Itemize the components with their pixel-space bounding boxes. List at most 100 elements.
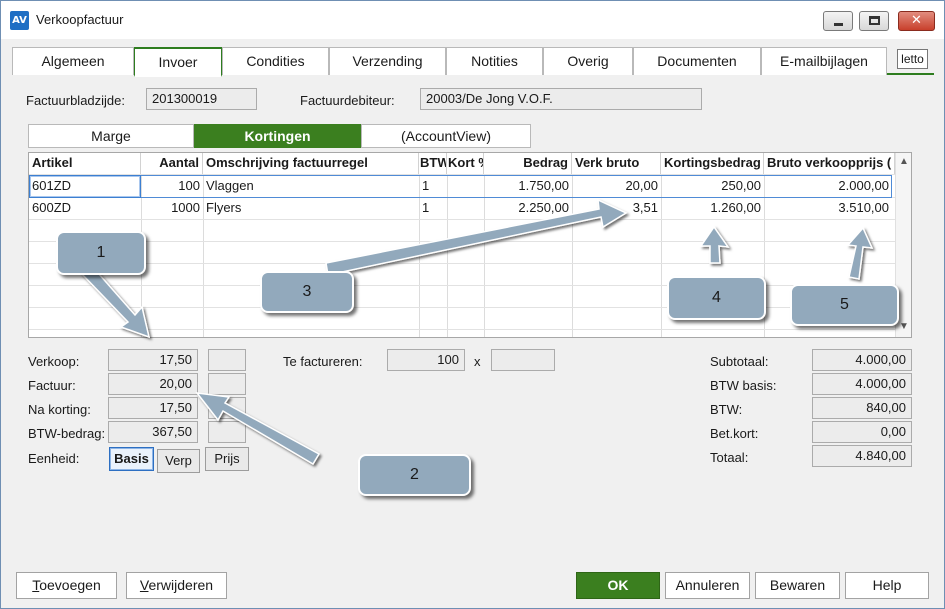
invoice-lines-grid[interactable]: Artikel Aantal Omschrijving factuurregel… bbox=[28, 152, 912, 338]
na-korting-field[interactable]: 17,50 bbox=[108, 397, 198, 419]
verwijderen-label: erwijderen bbox=[148, 577, 214, 593]
table-cell-omschrijving[interactable]: Vlaggen bbox=[203, 175, 419, 197]
col-header-kortingsbedrag[interactable]: Kortingsbedrag bbox=[661, 153, 764, 174]
tab-overig[interactable]: Overig bbox=[543, 47, 633, 75]
table-cell-verk-bruto[interactable]: 3,51 bbox=[572, 197, 661, 219]
maximize-button[interactable] bbox=[859, 11, 889, 31]
tab-invoer[interactable]: Invoer bbox=[134, 47, 222, 77]
annuleren-button[interactable]: Annuleren bbox=[665, 572, 750, 599]
multiply-sign: x bbox=[474, 354, 481, 369]
subtotaal-label: Subtotaal: bbox=[710, 354, 769, 369]
main-tabbar: Algemeen Invoer Condities Verzending Not… bbox=[12, 47, 934, 77]
col-header-btw[interactable]: BTW bbox=[419, 153, 447, 174]
tab-algemeen[interactable]: Algemeen bbox=[12, 47, 134, 75]
btw-field[interactable]: 840,00 bbox=[812, 397, 912, 419]
table-cell-btw[interactable]: 1 bbox=[419, 175, 447, 197]
btw-basis-field[interactable]: 4.000,00 bbox=[812, 373, 912, 395]
totaal-field[interactable]: 4.840,00 bbox=[812, 445, 912, 467]
tab-overflow[interactable]: letto bbox=[897, 49, 928, 69]
col-header-bedrag[interactable]: Bedrag bbox=[484, 153, 572, 174]
grid-row-line bbox=[29, 329, 895, 330]
table-cell-aantal[interactable]: 1000 bbox=[141, 197, 203, 219]
col-header-aantal[interactable]: Aantal bbox=[141, 153, 203, 174]
table-cell-bedrag[interactable]: 1.750,00 bbox=[484, 175, 572, 197]
callout-3: 3 bbox=[260, 271, 354, 313]
factuurdebiteur-label: Factuurdebiteur: bbox=[300, 93, 395, 108]
subtab-kortingen[interactable]: Kortingen bbox=[194, 124, 361, 148]
subtotaal-field[interactable]: 4.000,00 bbox=[812, 349, 912, 371]
na-korting-extra-field[interactable] bbox=[208, 397, 246, 419]
callout-2: 2 bbox=[358, 454, 471, 496]
factuur-field[interactable]: 20,00 bbox=[108, 373, 198, 395]
table-cell-btw[interactable]: 1 bbox=[419, 197, 447, 219]
table-cell-kort[interactable] bbox=[447, 197, 484, 219]
minimize-icon bbox=[834, 23, 843, 26]
verkoop-field[interactable]: 17,50 bbox=[108, 349, 198, 371]
grid-row-line bbox=[29, 219, 895, 220]
factuurbladzijde-label: Factuurbladzijde: bbox=[26, 93, 125, 108]
tab-documenten[interactable]: Documenten bbox=[633, 47, 761, 75]
subtab-marge[interactable]: Marge bbox=[28, 124, 194, 148]
totaal-label: Totaal: bbox=[710, 450, 749, 465]
col-header-kort[interactable]: Kort % bbox=[447, 153, 484, 174]
btw-label: BTW: bbox=[710, 402, 743, 417]
te-factureren-multiplier-field[interactable] bbox=[491, 349, 555, 371]
na-korting-label: Na korting: bbox=[28, 402, 91, 417]
table-cell-artikel[interactable]: 600ZD bbox=[29, 197, 141, 219]
close-icon: ✕ bbox=[911, 13, 922, 28]
minimize-button[interactable] bbox=[823, 11, 853, 31]
verkoop-extra-field[interactable] bbox=[208, 349, 246, 371]
betkort-field[interactable]: 0,00 bbox=[812, 421, 912, 443]
table-cell-kortingsbedrag[interactable]: 1.260,00 bbox=[661, 197, 764, 219]
table-cell-kort[interactable] bbox=[447, 175, 484, 197]
unit-basis-button[interactable]: Basis bbox=[109, 447, 154, 471]
factuur-label: Factuur: bbox=[28, 378, 76, 393]
te-factureren-label: Te factureren: bbox=[283, 354, 363, 369]
factuur-extra-field[interactable] bbox=[208, 373, 246, 395]
btw-bedrag-field[interactable]: 367,50 bbox=[108, 421, 198, 443]
subtab-accountview[interactable]: (AccountView) bbox=[361, 124, 531, 148]
help-button[interactable]: Help bbox=[845, 572, 929, 599]
table-cell-bedrag[interactable]: 2.250,00 bbox=[484, 197, 572, 219]
scroll-up-icon[interactable]: ▲ bbox=[896, 156, 911, 167]
unit-verp-button[interactable]: Verp bbox=[157, 449, 200, 473]
accountview-logo-icon: AV bbox=[10, 11, 29, 30]
table-cell-bruto-verkoopprijs[interactable]: 3.510,00 bbox=[764, 197, 892, 219]
tab-notities[interactable]: Notities bbox=[446, 47, 543, 75]
factuurdebiteur-field[interactable]: 20003/De Jong V.O.F. bbox=[420, 88, 702, 110]
table-cell-verk-bruto[interactable]: 20,00 bbox=[572, 175, 661, 197]
tab-verzending[interactable]: Verzending bbox=[329, 47, 446, 75]
betkort-label: Bet.kort: bbox=[710, 426, 759, 441]
eenheid-label: Eenheid: bbox=[28, 451, 80, 466]
col-header-verk-bruto[interactable]: Verk bruto bbox=[572, 153, 661, 174]
ok-button[interactable]: OK bbox=[576, 572, 660, 599]
table-cell-aantal[interactable]: 100 bbox=[141, 175, 203, 197]
col-header-bruto-verkoopprijs[interactable]: Bruto verkoopprijs ( bbox=[764, 153, 895, 174]
scroll-down-icon[interactable]: ▼ bbox=[896, 321, 911, 332]
col-header-artikel[interactable]: Artikel bbox=[29, 153, 141, 174]
tab-condities[interactable]: Condities bbox=[222, 47, 329, 75]
maximize-icon bbox=[869, 16, 880, 25]
verwijderen-button[interactable]: Verwijderen bbox=[126, 572, 227, 599]
btw-bedrag-label: BTW-bedrag: bbox=[28, 426, 106, 441]
callout-1: 1 bbox=[56, 231, 146, 275]
table-cell-artikel[interactable]: 601ZD bbox=[29, 175, 141, 197]
grid-row-line bbox=[29, 241, 895, 242]
table-cell-omschrijving[interactable]: Flyers bbox=[203, 197, 419, 219]
callout-4: 4 bbox=[667, 276, 766, 320]
te-factureren-field[interactable]: 100 bbox=[387, 349, 465, 371]
table-cell-kortingsbedrag[interactable]: 250,00 bbox=[661, 175, 764, 197]
factuurbladzijde-field[interactable]: 201300019 bbox=[146, 88, 257, 110]
table-cell-bruto-verkoopprijs[interactable]: 2.000,00 bbox=[764, 175, 892, 197]
title-bar[interactable]: AV Verkoopfactuur ✕ bbox=[1, 1, 944, 39]
col-header-omschrijving[interactable]: Omschrijving factuurregel bbox=[203, 153, 419, 174]
callout-5: 5 bbox=[790, 284, 899, 326]
bewaren-button[interactable]: Bewaren bbox=[755, 572, 840, 599]
tab-e-mailbijlagen[interactable]: E-mailbijlagen bbox=[761, 47, 887, 75]
verkoop-label: Verkoop: bbox=[28, 354, 80, 369]
btw-bedrag-extra-field[interactable] bbox=[208, 421, 246, 443]
close-button[interactable]: ✕ bbox=[898, 11, 935, 31]
toevoegen-button[interactable]: Toevoegen bbox=[16, 572, 117, 599]
window-title: Verkoopfactuur bbox=[36, 12, 124, 27]
unit-prijs-button[interactable]: Prijs bbox=[205, 447, 249, 471]
